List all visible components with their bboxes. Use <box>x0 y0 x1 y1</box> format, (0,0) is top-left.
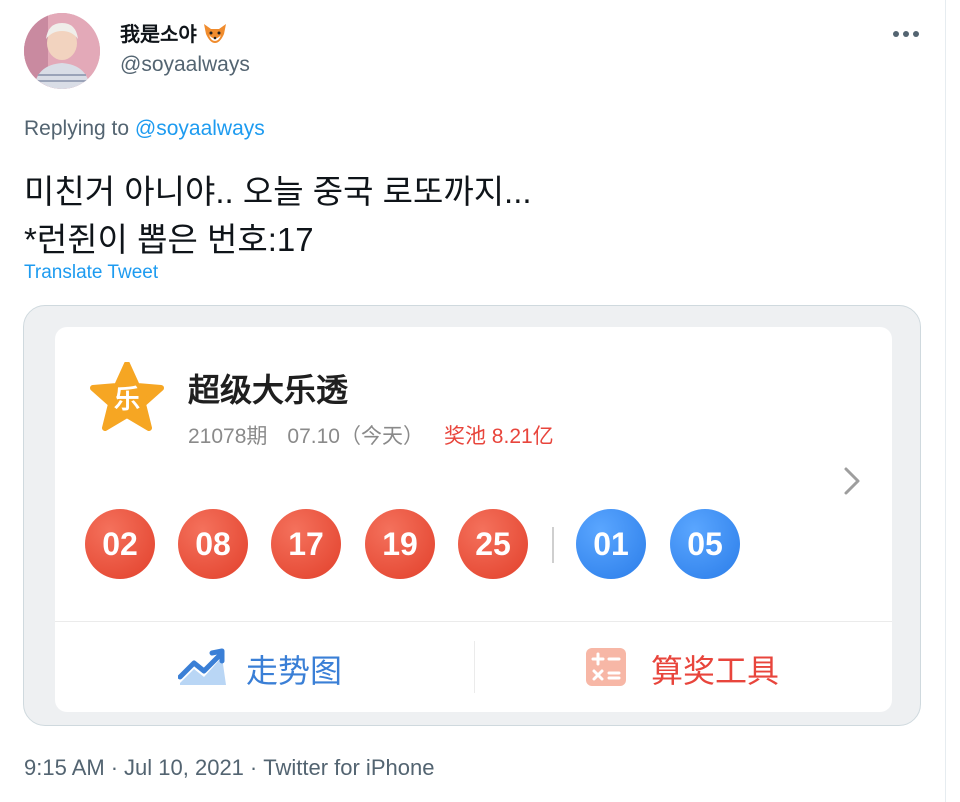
tweet-source[interactable]: Twitter for iPhone <box>263 755 434 780</box>
lottery-logo-char: 乐 <box>114 385 140 415</box>
tweet-text-line: 미친거 아니야.. 오늘 중국 로또까지... <box>24 173 532 210</box>
column-border <box>945 0 946 802</box>
lottery-result-card: 乐 超级大乐透 21078期 07.10（今天） 奖池 8.21亿 02 08 17… <box>55 327 892 712</box>
ball-divider <box>552 527 554 563</box>
draw-date: 07.10（今天） <box>287 425 424 448</box>
avatar-photo <box>24 13 100 89</box>
replying-prefix: Replying to <box>24 117 130 140</box>
tweet-date[interactable]: Jul 10, 2021 <box>124 755 244 780</box>
divider <box>474 641 475 693</box>
tweet-media-image[interactable]: 乐 超级大乐透 21078期 07.10（今天） 奖池 8.21亿 02 08 17… <box>23 305 921 726</box>
jackpot-amount: 奖池 8.21亿 <box>443 425 554 448</box>
red-ball: 08 <box>178 509 248 579</box>
reply-mention-link[interactable]: @soyaalways <box>135 117 265 140</box>
trend-chart-icon <box>178 648 226 685</box>
calculator-icon <box>586 648 626 686</box>
trend-chart-label: 走势图 <box>246 653 343 689</box>
display-name-text: 我是소야 <box>120 24 197 46</box>
more-options-icon[interactable] <box>891 28 921 40</box>
fox-face-icon <box>204 24 227 43</box>
translate-tweet-link[interactable]: Translate Tweet <box>24 262 158 284</box>
author-display-name[interactable]: 我是소야 <box>120 18 228 47</box>
red-ball: 25 <box>458 509 528 579</box>
tweet-text: 미친거 아니야.. 오늘 중국 로또까지... *런쥔이 뽑은 번호:17 <box>24 168 532 264</box>
avatar[interactable] <box>24 13 100 89</box>
lottery-logo-icon: 乐 <box>90 362 164 431</box>
red-ball: 02 <box>85 509 155 579</box>
replying-to: Replying to @soyaalways <box>24 117 265 141</box>
draw-info: 21078期 07.10（今天） 奖池 8.21亿 <box>188 420 554 450</box>
author-handle[interactable]: @soyaalways <box>120 53 250 77</box>
draw-number: 21078期 <box>188 425 268 448</box>
chevron-right-icon[interactable] <box>838 461 864 501</box>
tweet-meta: 9:15 AM · Jul 10, 2021 · Twitter for iPhone <box>24 755 435 780</box>
tweet-time[interactable]: 9:15 AM <box>24 755 105 780</box>
prize-calculator-label: 算奖工具 <box>651 653 780 689</box>
red-ball: 17 <box>271 509 341 579</box>
lottery-title: 超级大乐透 <box>188 372 349 408</box>
blue-ball: 01 <box>576 509 646 579</box>
tweet-text-line: *런쥔이 뽑은 번호:17 <box>24 221 314 258</box>
red-ball: 19 <box>365 509 435 579</box>
divider <box>55 621 892 622</box>
blue-ball: 05 <box>670 509 740 579</box>
